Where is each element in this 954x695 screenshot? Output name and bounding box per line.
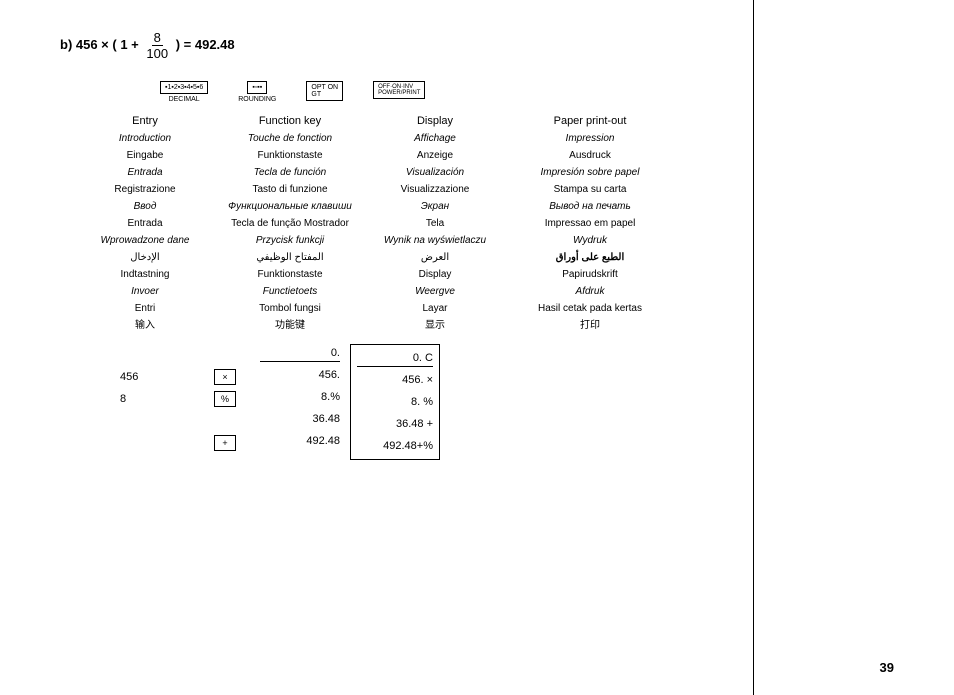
divider-line [753,0,754,695]
lbl-r1-c3: Affichage [370,131,500,147]
lbl-r8-c3: العرض [370,250,500,266]
lbl-r10-c3: Weergve [370,284,500,300]
lbl-r10-c2: Functietoets [210,284,370,300]
rounding-icon: ▪▫▪▪ [247,81,267,94]
key-pct-btn: % [214,391,236,407]
display-column: 0. 456. 8.% 36.48 492.48 [260,344,340,460]
lbl-r8-c1: الإدخال [80,250,210,266]
page-number: 39 [880,660,894,675]
lbl-r11-c4: Hasil cetak pada kertas [500,301,680,317]
display-val-3: 36.48 [260,410,340,428]
lbl-r5-c4: Вывод на печать [500,199,680,215]
decimal-icon: ▪1▪2▪3▪4▪5▪6 [160,81,208,94]
header-function-key: Function key [210,113,370,130]
icon-power: OFF·ON·INVPOWER/PRINT [373,81,425,101]
display-header: 0. [260,344,340,362]
icon-opt-gt: OPT ONGT [306,81,343,103]
print-val-4: 492.48+% [357,437,433,455]
print-val-2: 8. % [357,393,433,411]
lbl-r1-c4: Impression [500,131,680,147]
lbl-r12-c4: 打印 [500,318,680,334]
lbl-r4-c1: Registrazione [80,182,210,198]
page-container: b) 456 × ( 1 + 8 100 ) = 492.48 ▪1▪2▪3▪4… [0,0,954,695]
entry-val-4 [120,434,190,452]
entry-val-1: 456 [120,368,190,386]
key-mul-btn: × [214,369,236,385]
print-column: 0. C 456. × 8. % 36.48 + 492.48+% [350,344,440,460]
print-val-1: 456. × [357,371,433,389]
lbl-r8-c4: الطبع على أوراق [500,250,680,266]
fraction: 8 100 [144,30,170,61]
lbl-r11-c2: Tombol fungsi [210,301,370,317]
lbl-r9-c1: Indtastning [80,267,210,283]
header-paper-print: Paper print-out [500,113,680,130]
lbl-r12-c1: 输入 [80,318,210,334]
lbl-r9-c4: Papirudskrift [500,267,680,283]
key-pct: % [214,390,236,408]
formula-text: b) 456 × ( 1 + 8 100 ) = 492.48 [60,37,235,52]
lbl-r5-c2: Функциональные клавиши [210,199,370,215]
fraction-numerator: 8 [152,30,163,46]
decimal-label: DECIMAL [169,96,200,103]
lbl-r3-c1: Entrada [80,165,210,181]
display-val-4: 492.48 [260,432,340,450]
labels-table: Entry Function key Display Paper print-o… [80,113,894,334]
lbl-r1-c2: Touche de fonction [210,131,370,147]
icons-row: ▪1▪2▪3▪4▪5▪6 DECIMAL ▪▫▪▪ ROUNDING OPT O… [160,81,894,103]
key-plus: + [214,434,236,452]
lbl-r6-c4: Impressao em papel [500,216,680,232]
lbl-r12-c3: 显示 [370,318,500,334]
power-icon: OFF·ON·INVPOWER/PRINT [373,81,425,99]
header-entry: Entry [80,113,210,130]
print-val-3: 36.48 + [357,415,433,433]
lbl-r4-c4: Stampa su carta [500,182,680,198]
lbl-r11-c1: Entri [80,301,210,317]
formula-suffix: ) = 492.48 [176,37,235,52]
lbl-r2-c2: Funktionstaste [210,148,370,164]
lbl-r5-c1: Ввод [80,199,210,215]
lbl-r2-c3: Anzeige [370,148,500,164]
lbl-r3-c3: Visualización [370,165,500,181]
rounding-label: ROUNDING [238,96,276,103]
lbl-r11-c3: Layar [370,301,500,317]
opt-gt-icon: OPT ONGT [306,81,343,101]
lbl-r9-c2: Funktionstaste [210,267,370,283]
formula-prefix: b) 456 × ( 1 + [60,37,139,52]
lbl-r9-c3: Display [370,267,500,283]
lbl-r3-c2: Tecla de función [210,165,370,181]
key-plus-btn: + [214,435,236,451]
lbl-r2-c1: Eingabe [80,148,210,164]
lbl-r6-c2: Tecla de função Mostrador [210,216,370,232]
lbl-r12-c2: 功能键 [210,318,370,334]
lbl-r2-c4: Ausdruck [500,148,680,164]
header-display: Display [370,113,500,130]
icon-rounding: ▪▫▪▪ ROUNDING [238,81,276,103]
lbl-r7-c3: Wynik na wyświetlaczu [370,233,500,249]
display-val-1: 456. [260,366,340,384]
formula-section: b) 456 × ( 1 + 8 100 ) = 492.48 [60,30,894,61]
steps-wrapper: 456 8 × % + 0. 456. 8.% 36.48 492.48 [120,344,894,460]
lbl-r10-c1: Invoer [80,284,210,300]
key-mul: × [214,368,236,386]
lbl-r5-c3: Экран [370,199,500,215]
entry-val-3 [120,412,190,430]
display-val-2: 8.% [260,388,340,406]
lbl-r7-c2: Przycisk funkcji [210,233,370,249]
entry-column: 456 8 [120,344,190,460]
lbl-r1-c1: Introduction [80,131,210,147]
keys-column: × % + [200,344,250,460]
icon-decimal: ▪1▪2▪3▪4▪5▪6 DECIMAL [160,81,208,103]
entry-val-2: 8 [120,390,190,408]
fraction-denominator: 100 [144,46,170,61]
lbl-r10-c4: Afdruk [500,284,680,300]
lbl-r4-c3: Visualizzazione [370,182,500,198]
lbl-r8-c2: المفتاح الوظيفي [210,250,370,266]
lbl-r3-c4: Impresión sobre papel [500,165,680,181]
lbl-r6-c1: Entrada [80,216,210,232]
print-header: 0. C [357,349,433,367]
lbl-r4-c2: Tasto di funzione [210,182,370,198]
lbl-r7-c4: Wydruk [500,233,680,249]
lbl-r7-c1: Wprowadzone dane [80,233,210,249]
lbl-r6-c3: Tela [370,216,500,232]
